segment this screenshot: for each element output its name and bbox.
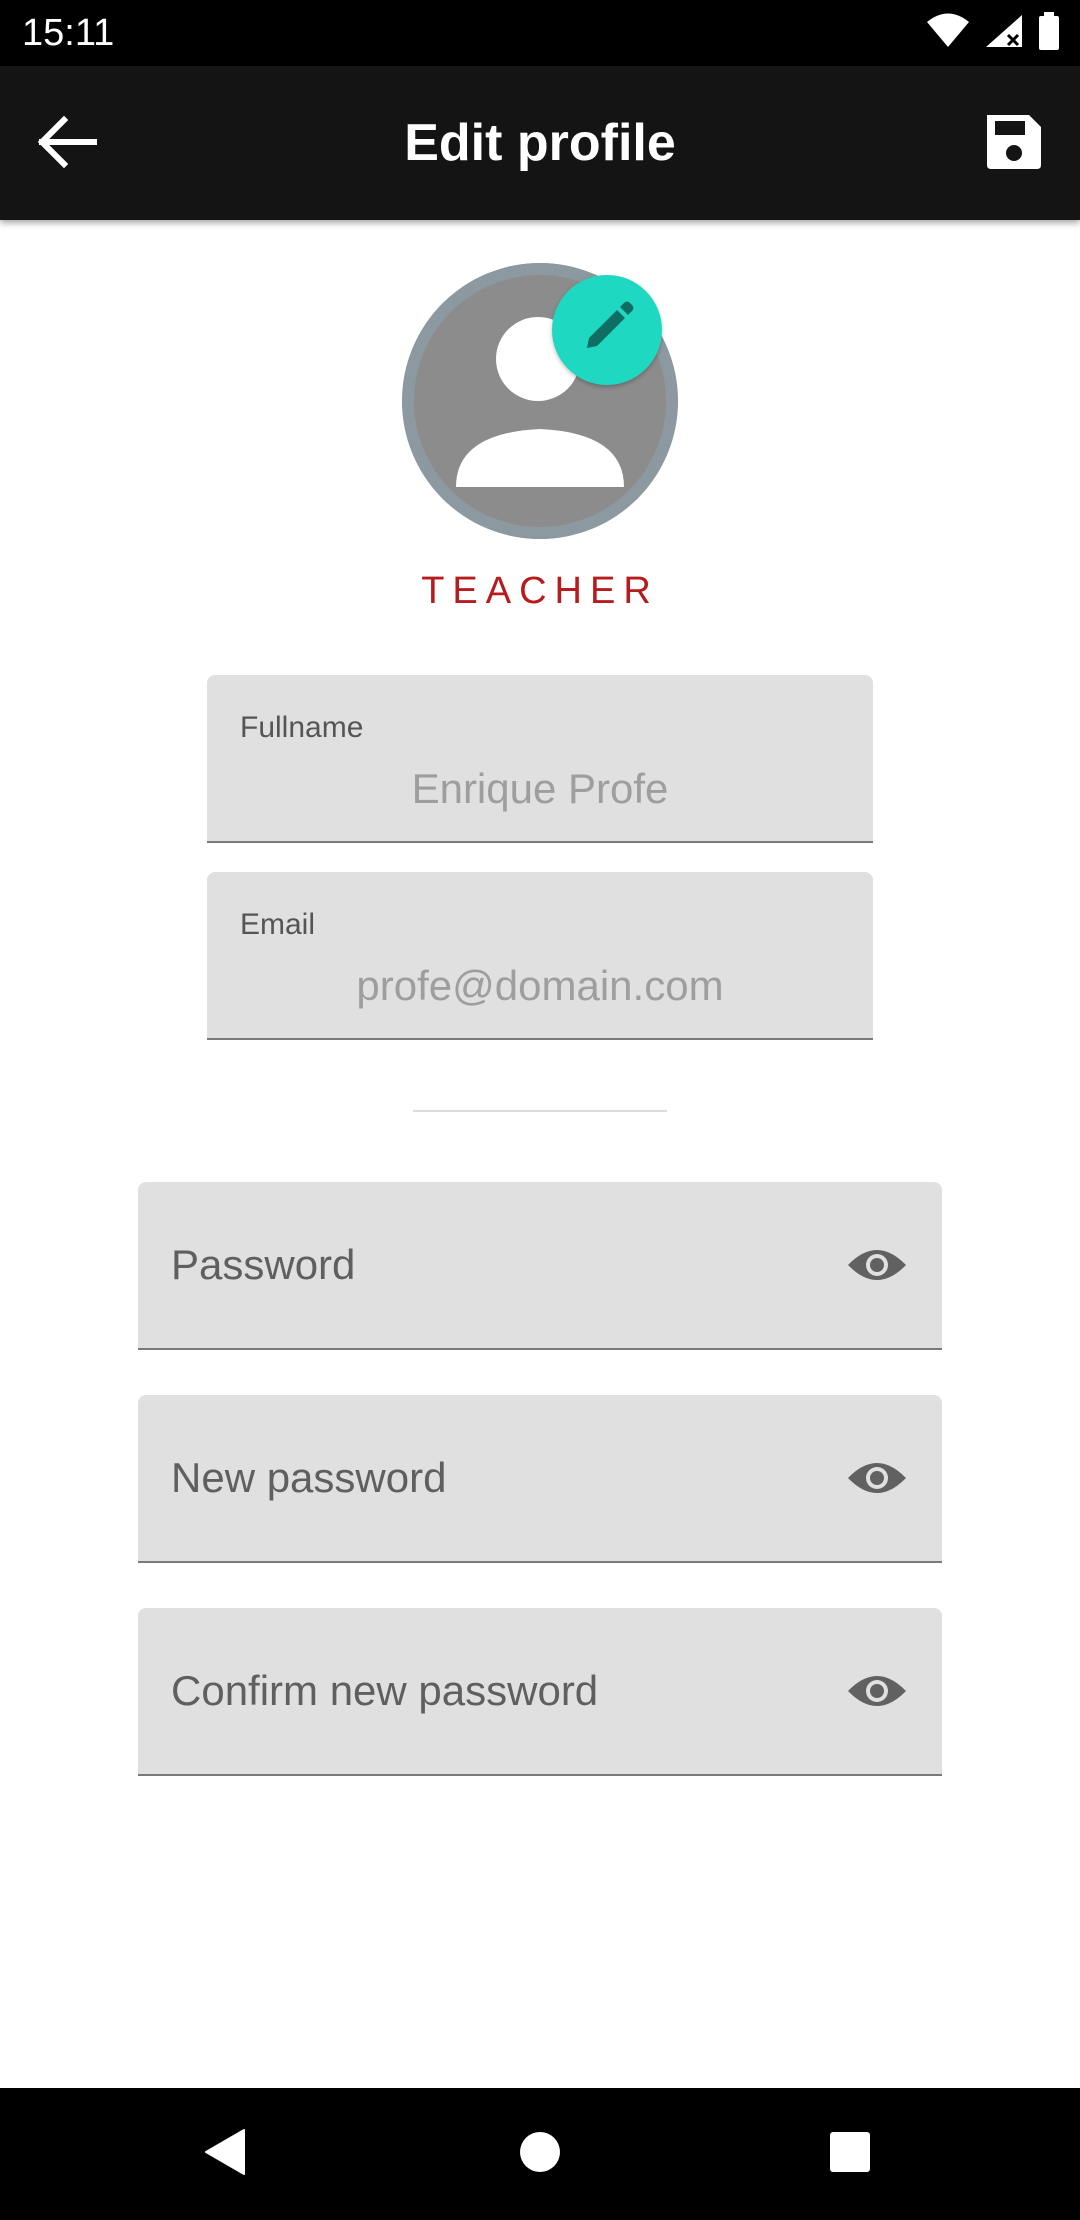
status-time: 15:11: [22, 12, 115, 54]
signal-icon: [984, 13, 1024, 54]
nav-recents-button[interactable]: [820, 2124, 880, 2184]
avatar-container: [402, 263, 678, 539]
section-divider: [413, 1110, 667, 1112]
confirm-password-field[interactable]: Confirm new password: [138, 1608, 942, 1776]
fullname-label: Fullname: [240, 711, 364, 744]
nav-home-button[interactable]: [510, 2124, 570, 2184]
app-bar: Edit profile: [0, 66, 1080, 220]
email-field[interactable]: Email profe@domain.com: [207, 872, 873, 1040]
email-value: profe@domain.com: [356, 962, 724, 1009]
recents-square-icon: [829, 2131, 871, 2178]
nav-back-button[interactable]: [196, 2124, 256, 2184]
password-field[interactable]: Password: [138, 1182, 942, 1350]
eye-icon[interactable]: [846, 1660, 908, 1722]
back-triangle-icon: [204, 2128, 248, 2181]
eye-icon[interactable]: [846, 1447, 908, 1509]
battery-icon: [1038, 11, 1060, 55]
eye-icon[interactable]: [846, 1234, 908, 1296]
wifi-icon: [926, 13, 970, 54]
pencil-icon: [577, 298, 637, 363]
new-password-field[interactable]: New password: [138, 1395, 942, 1563]
status-icons: [926, 11, 1060, 55]
email-label: Email: [240, 908, 316, 941]
home-circle-icon: [518, 2130, 562, 2179]
arrow-back-icon: [34, 114, 98, 175]
new-password-label: New password: [171, 1453, 447, 1501]
fullname-value: Enrique Profe: [411, 765, 669, 812]
edit-avatar-button[interactable]: [552, 275, 662, 385]
user-role: TEACHER: [421, 570, 659, 612]
status-bar: 15:11: [0, 0, 1080, 66]
page-title: Edit profile: [404, 114, 676, 172]
fullname-field[interactable]: Fullname Enrique Profe: [207, 675, 873, 843]
back-button[interactable]: [28, 106, 104, 182]
confirm-password-label: Confirm new password: [171, 1666, 599, 1714]
system-nav-bar: [0, 2088, 1080, 2220]
save-icon: [983, 111, 1045, 178]
password-label: Password: [171, 1240, 356, 1288]
save-button[interactable]: [976, 106, 1052, 182]
